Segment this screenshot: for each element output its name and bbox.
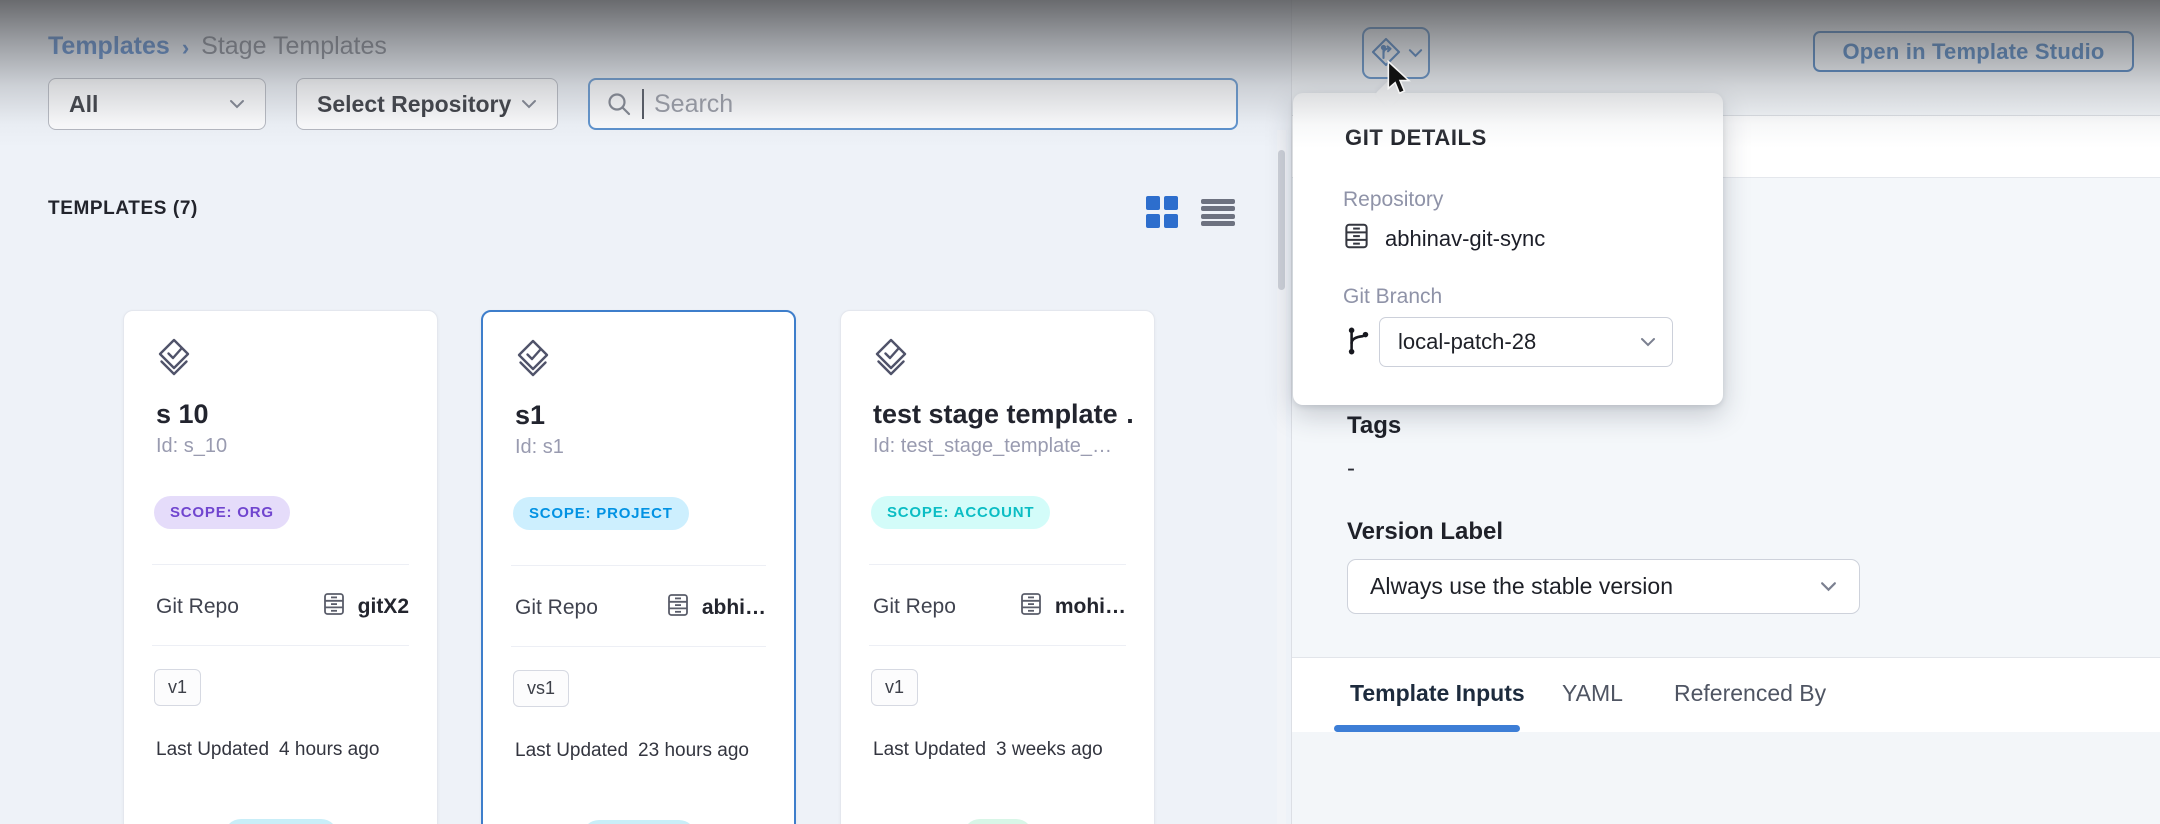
chevron-down-icon xyxy=(229,99,245,109)
git-branch-value: local-patch-28 xyxy=(1398,329,1536,355)
repository-icon xyxy=(1343,221,1370,257)
stage-template-icon xyxy=(871,337,911,384)
search-placeholder: Search xyxy=(654,90,733,119)
last-updated-value: 4 hours ago xyxy=(279,739,379,761)
tab-template-inputs[interactable]: Template Inputs xyxy=(1350,680,1525,707)
stage-templates-page: Templates › Stage Templates All Select R… xyxy=(0,0,2160,824)
template-title: s 10 xyxy=(156,399,209,430)
git-branch-select[interactable]: local-patch-28 xyxy=(1379,317,1673,367)
last-updated-row: Last Updated 23 hours ago xyxy=(515,740,749,762)
template-id: Id: test_stage_template_… xyxy=(873,435,1112,458)
git-repo-value: abhi… xyxy=(702,596,766,620)
git-repo-value: gitX2 xyxy=(358,595,409,619)
git-details-popover: GIT DETAILS Repository abhinav-git-sync … xyxy=(1293,93,1723,405)
breadcrumb: Templates › Stage Templates xyxy=(48,32,387,61)
repository-filter-select[interactable]: Select Repository xyxy=(296,78,558,130)
templates-count-label: TEMPLATES (7) xyxy=(48,198,198,220)
template-title: s1 xyxy=(515,400,545,431)
version-chip: v1 xyxy=(154,669,201,706)
git-branch-icon xyxy=(1345,325,1371,362)
git-details-title: GIT DETAILS xyxy=(1345,125,1487,151)
repository-filter-value: Select Repository xyxy=(317,91,511,118)
template-id: Id: s_10 xyxy=(156,435,227,458)
git-repo-value: mohi… xyxy=(1055,595,1126,619)
tab-referenced-by[interactable]: Referenced By xyxy=(1674,680,1826,707)
version-chip: vs1 xyxy=(513,670,569,707)
repository-icon xyxy=(1019,591,1043,623)
mouse-cursor-icon xyxy=(1384,60,1418,103)
version-label-select[interactable]: Always use the stable version xyxy=(1347,559,1860,614)
chevron-down-icon xyxy=(1640,337,1656,347)
scope-badge: SCOPE: PROJECT xyxy=(513,497,689,530)
open-in-template-studio-button[interactable]: Open in Template Studio xyxy=(1813,31,2134,72)
last-updated-row: Last Updated 4 hours ago xyxy=(156,739,379,761)
template-list-panel: Templates › Stage Templates All Select R… xyxy=(0,0,1291,824)
search-input[interactable]: Search xyxy=(588,78,1238,130)
last-updated-value: 3 weeks ago xyxy=(996,739,1103,761)
git-branch-label: Git Branch xyxy=(1343,285,1442,309)
scope-badge: SCOPE: ACCOUNT xyxy=(871,496,1050,529)
stage-template-icon xyxy=(513,338,553,385)
scope-badge: SCOPE: ORG xyxy=(154,496,290,529)
repository-value: abhinav-git-sync xyxy=(1385,226,1545,252)
git-repo-label: Git Repo xyxy=(156,595,239,619)
template-card-test-stage-template[interactable]: test stage template … Id: test_stage_tem… xyxy=(840,310,1155,824)
breadcrumb-templates-link[interactable]: Templates xyxy=(48,32,170,61)
breadcrumb-chevron-icon: › xyxy=(182,35,189,61)
list-view-icon[interactable] xyxy=(1201,198,1235,228)
tab-content-area xyxy=(1292,732,2160,824)
version-select-value: Always use the stable version xyxy=(1370,573,1673,600)
git-repo-row: Git Repo gitX2 xyxy=(156,591,409,623)
chevron-down-icon xyxy=(1408,48,1423,58)
breadcrumb-current: Stage Templates xyxy=(201,32,387,61)
repository-row: abhinav-git-sync xyxy=(1343,221,1545,257)
stable-version-chip xyxy=(224,819,338,824)
type-filter-value: All xyxy=(69,91,98,118)
git-repo-row: Git Repo mohi… xyxy=(873,591,1126,623)
stable-version-chip xyxy=(582,820,696,824)
repository-icon xyxy=(322,591,346,623)
tab-yaml[interactable]: YAML xyxy=(1562,680,1623,707)
git-repo-label: Git Repo xyxy=(515,596,598,620)
scrollbar-thumb[interactable] xyxy=(1278,150,1285,290)
tags-heading: Tags xyxy=(1347,412,1401,440)
git-repo-label: Git Repo xyxy=(873,595,956,619)
view-toggle xyxy=(1146,196,1235,229)
template-title: test stage template … xyxy=(873,399,1133,430)
tags-value: - xyxy=(1347,455,1355,483)
details-tab-strip: Template Inputs YAML Referenced By xyxy=(1292,657,2160,732)
repository-label: Repository xyxy=(1343,188,1443,212)
type-filter-select[interactable]: All xyxy=(48,78,266,130)
text-cursor xyxy=(642,89,644,119)
list-scrollbar[interactable] xyxy=(1277,130,1286,824)
last-updated-value: 23 hours ago xyxy=(638,740,749,762)
repository-icon xyxy=(666,592,690,624)
last-updated-row: Last Updated 3 weeks ago xyxy=(873,739,1103,761)
template-card-s10[interactable]: s 10 Id: s_10 SCOPE: ORG Git Repo gitX2 … xyxy=(123,310,438,824)
template-card-s1[interactable]: s1 Id: s1 SCOPE: PROJECT Git Repo abhi… … xyxy=(481,310,796,824)
search-icon xyxy=(606,91,632,117)
version-label-heading: Version Label xyxy=(1347,518,1503,546)
chevron-down-icon xyxy=(1820,581,1837,592)
stage-template-icon xyxy=(154,337,194,384)
git-repo-row: Git Repo abhi… xyxy=(515,592,766,624)
filter-row: All Select Repository Search xyxy=(48,78,1238,130)
template-id: Id: s1 xyxy=(515,436,564,459)
active-tab-indicator xyxy=(1334,725,1520,732)
grid-view-icon[interactable] xyxy=(1146,196,1179,229)
chevron-down-icon xyxy=(521,99,537,109)
stable-version-chip xyxy=(963,819,1033,824)
version-chip: v1 xyxy=(871,669,918,706)
